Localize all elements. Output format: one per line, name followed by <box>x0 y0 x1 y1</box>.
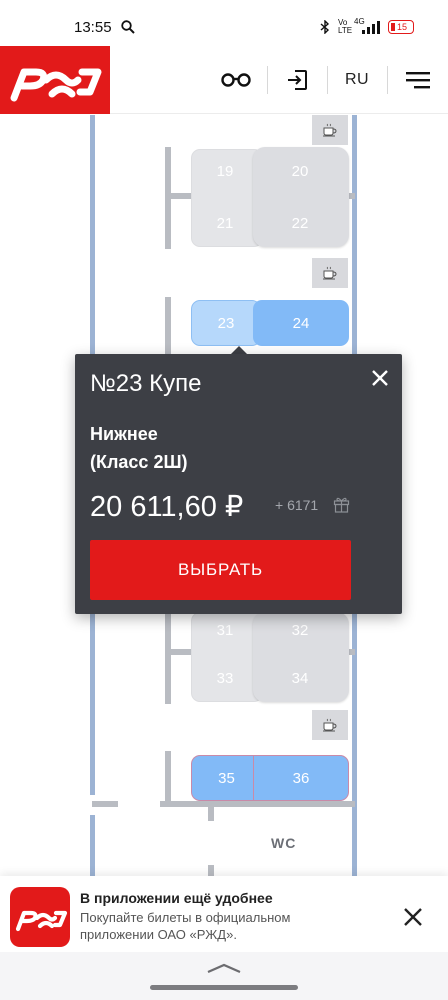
partition <box>208 865 214 876</box>
seat-class: (Класс 2Ш) <box>90 452 188 472</box>
search-icon <box>121 20 135 34</box>
partition <box>208 807 214 821</box>
close-icon[interactable] <box>402 906 424 928</box>
rzd-app-icon[interactable] <box>10 887 70 947</box>
banner-text: Покупайте билеты в официальном приложени… <box>80 910 291 942</box>
seat-20[interactable]: 20 <box>262 153 338 189</box>
banner-title: В приложении ещё удобнее <box>80 890 273 906</box>
select-seat-button[interactable]: ВЫБРАТЬ <box>90 540 351 600</box>
seat-34[interactable]: 34 <box>262 661 338 695</box>
rzd-logo[interactable] <box>0 46 110 114</box>
language-selector[interactable]: RU <box>336 46 378 114</box>
seat-36[interactable]: 36 <box>253 755 349 801</box>
seat-33[interactable]: 33 <box>191 661 259 695</box>
menu-button[interactable] <box>398 46 438 114</box>
seat-19[interactable]: 19 <box>191 153 259 189</box>
tea-cup-icon <box>312 115 348 145</box>
partition <box>165 751 171 805</box>
glasses-icon <box>221 73 251 87</box>
gift-icon <box>333 497 350 513</box>
popup-title: №23 Купе <box>90 370 202 397</box>
seat-23[interactable]: 23 <box>191 300 261 346</box>
seat-description: Нижнее (Класс 2Ш) <box>90 420 188 476</box>
close-icon[interactable] <box>368 366 392 390</box>
header-separator <box>387 66 388 94</box>
tea-cup-icon <box>312 710 348 740</box>
wc-label: WC <box>271 835 297 851</box>
car-wall-left <box>90 815 95 876</box>
seat-price: 20 611,60 ₽ <box>90 491 244 523</box>
partition <box>160 801 355 807</box>
header-separator <box>267 66 268 94</box>
tea-cup-icon <box>312 258 348 288</box>
partition <box>165 612 171 704</box>
rzd-logo-mark <box>15 910 68 932</box>
battery-icon: 15 <box>388 20 414 34</box>
seat-24[interactable]: 24 <box>253 300 349 346</box>
seat-32[interactable]: 32 <box>262 615 338 645</box>
menu-icon <box>406 72 430 89</box>
rzd-logo-mark <box>10 68 102 102</box>
volte-icon: Vo LTE <box>338 18 353 35</box>
login-icon <box>288 70 307 90</box>
seat-position: Нижнее <box>90 424 158 444</box>
home-gesture-bar[interactable] <box>150 985 298 990</box>
bluetooth-icon <box>320 20 330 34</box>
chevron-up-icon[interactable] <box>206 962 242 974</box>
seat-21[interactable]: 21 <box>191 205 259 241</box>
partition <box>92 801 118 807</box>
status-time: 13:55 <box>74 19 112 36</box>
bonus-points: + 6171 <box>275 497 319 513</box>
header-separator <box>327 66 328 94</box>
signal-bars-icon <box>362 21 380 34</box>
seat-35[interactable]: 35 <box>191 755 261 801</box>
partition <box>165 297 171 357</box>
accessibility-glasses-button[interactable] <box>214 46 258 114</box>
login-button[interactable] <box>275 46 319 114</box>
system-nav-bar <box>0 952 448 1000</box>
seat-22[interactable]: 22 <box>262 205 338 241</box>
seat-31[interactable]: 31 <box>191 615 259 645</box>
